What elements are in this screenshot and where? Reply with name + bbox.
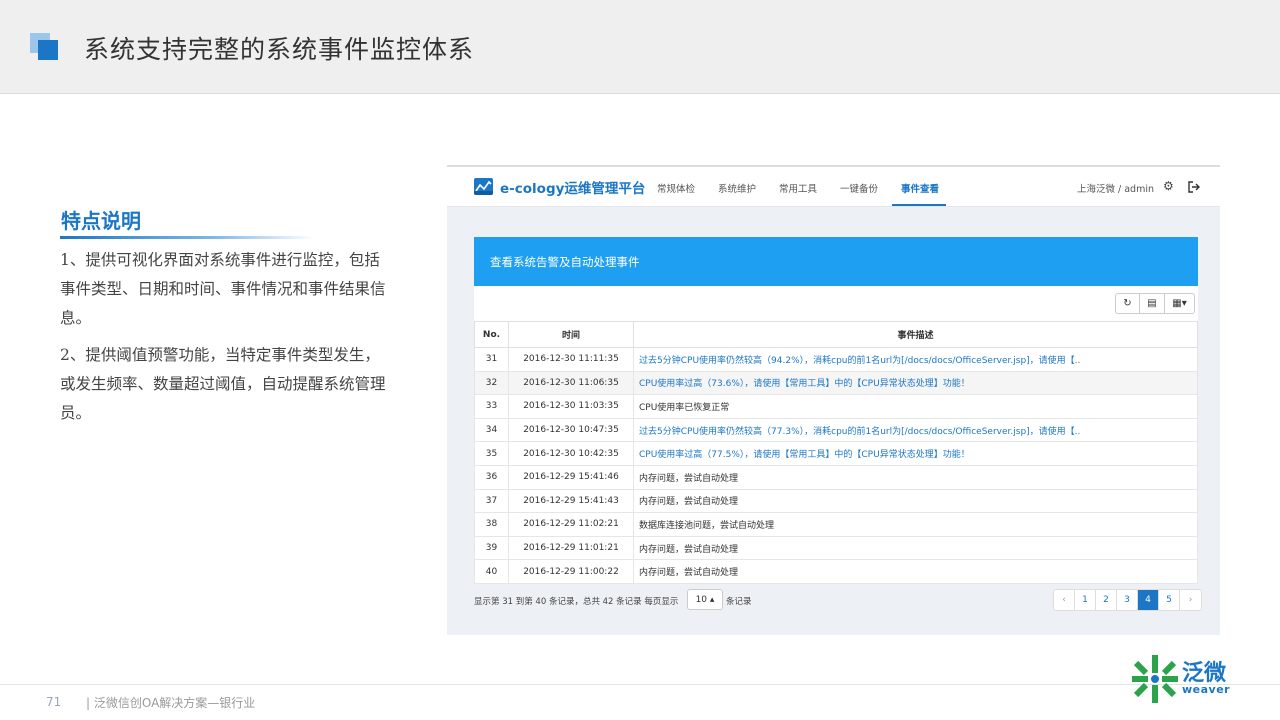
events-panel-header: 查看系统告警及自动处理事件 (474, 237, 1198, 286)
cell-time: 2016-12-30 11:06:35 (508, 370, 634, 396)
cell-desc-link[interactable]: CPU使用率过高（73.6%），请使用【常用工具】中的【CPU异常状态处理】功能… (633, 370, 1198, 396)
cell-time: 2016-12-29 11:02:21 (508, 512, 634, 537)
slide-page-number: 71 (46, 695, 62, 709)
feature-paragraph-1: 1、提供可视化界面对系统事件进行监控，包括事件类型、日期和时间、事件情况和事件结… (60, 251, 386, 327)
refresh-icon[interactable]: ↻ (1116, 294, 1140, 313)
feature-paragraph-2: 2、提供阈值预警功能，当特定事件类型发生，或发生频率、数量超过阈值，自动提醒系统… (60, 346, 386, 422)
cell-time: 2016-12-30 11:11:35 (508, 347, 634, 372)
title-square-front-icon (38, 40, 58, 60)
cell-time: 2016-12-30 10:42:35 (508, 441, 634, 466)
cell-no: 37 (474, 488, 509, 514)
table-row[interactable]: 39 2016-12-29 11:01:21 内存问题，尝试自动处理 (474, 535, 1198, 561)
page-button[interactable]: 1 (1075, 590, 1096, 610)
app-top-nav: e-cology运维管理平台 常规体检 系统维护 常用工具 一键备份 事件查看 … (447, 167, 1220, 207)
nav-active-indicator (892, 204, 946, 206)
cell-no: 34 (474, 417, 509, 443)
cell-time: 2016-12-29 11:01:21 (508, 535, 634, 561)
table-row[interactable]: 35 2016-12-30 10:42:35 CPU使用率过高（77.5%），请使用… (474, 441, 1198, 466)
gear-icon[interactable]: ⚙ (1163, 179, 1174, 193)
table-row[interactable]: 38 2016-12-29 11:02:21 数据库连接池问题，尝试自动处理 (474, 512, 1198, 537)
toggle-view-icon[interactable]: ▤ (1140, 294, 1165, 313)
cell-desc: 数据库连接池问题，尝试自动处理 (633, 512, 1198, 537)
cell-desc: 内存问题，尝试自动处理 (633, 488, 1198, 514)
pagination-info: 显示第 31 到第 40 条记录，总共 42 条记录 每页显示 (474, 597, 679, 607)
cell-time: 2016-12-29 15:41:46 (508, 464, 634, 490)
table-row[interactable]: 31 2016-12-30 11:11:35 过去5分钟CPU使用率仍然较高（94.… (474, 347, 1198, 372)
table-row[interactable]: 36 2016-12-29 15:41:46 内存问题，尝试自动处理 (474, 464, 1198, 490)
cell-no: 33 (474, 394, 509, 419)
cell-desc: 内存问题，尝试自动处理 (633, 535, 1198, 561)
cell-no: 31 (474, 347, 509, 372)
footer-divider (0, 684, 1280, 685)
page-title: 系统支持完整的系统事件监控体系 (84, 35, 475, 64)
column-header-desc[interactable]: 事件描述 (633, 321, 1198, 348)
brand-subtitle: weaver (1182, 683, 1231, 696)
header-band: 系统支持完整的系统事件监控体系 (0, 0, 1280, 94)
table-row[interactable]: 33 2016-12-30 11:03:35 CPU使用率已恢复正常 (474, 394, 1198, 419)
user-menu[interactable]: 上海泛微 / admin (1077, 181, 1154, 195)
cell-no: 32 (474, 370, 509, 396)
cell-no: 38 (474, 512, 509, 537)
page-size-select[interactable]: 10 ▴ (687, 589, 723, 610)
cell-desc-link[interactable]: CPU使用率过高（77.5%），请使用【常用工具】中的【CPU异常状态处理】功能… (633, 441, 1198, 466)
cell-time: 2016-12-30 10:47:35 (508, 417, 634, 443)
slide: 系统支持完整的系统事件监控体系 特点说明 1、提供可视化界面对系统事件进行监控，… (0, 0, 1280, 720)
weaver-logo: 泛微 weaver (1132, 653, 1238, 705)
logout-icon[interactable] (1187, 179, 1201, 193)
nav-item-one-click-backup[interactable]: 一键备份 (840, 181, 878, 195)
cell-desc: 内存问题，尝试自动处理 (633, 559, 1198, 584)
table-toolbar: ↻ ▤ ▦▾ (1115, 293, 1195, 314)
app-screenshot: e-cology运维管理平台 常规体检 系统维护 常用工具 一键备份 事件查看 … (447, 165, 1220, 635)
weaver-logo-mark-icon (1132, 655, 1178, 703)
events-panel: 查看系统告警及自动处理事件 ↻ ▤ ▦▾ No. 时间 事件描述 31 2016-… (474, 237, 1198, 584)
cell-time: 2016-12-30 11:03:35 (508, 394, 634, 419)
app-logo-text[interactable]: e-cology运维管理平台 (500, 177, 645, 197)
page-button-active[interactable]: 4 (1138, 590, 1159, 610)
column-header-time[interactable]: 时间 (508, 321, 634, 348)
page-next-button[interactable]: › (1180, 590, 1201, 610)
cell-no: 40 (474, 559, 509, 584)
page-button[interactable]: 5 (1159, 590, 1180, 610)
cell-time: 2016-12-29 15:41:43 (508, 488, 634, 514)
table-row[interactable]: 34 2016-12-30 10:47:35 过去5分钟CPU使用率仍然较高（77.… (474, 417, 1198, 443)
cell-desc: CPU使用率已恢复正常 (633, 394, 1198, 419)
cell-no: 36 (474, 464, 509, 490)
events-panel-title: 查看系统告警及自动处理事件 (490, 255, 640, 269)
cell-desc-link[interactable]: 过去5分钟CPU使用率仍然较高（77.3%），消耗cpu的前1名url为[/do… (633, 417, 1198, 443)
nav-item-routine-check[interactable]: 常规体检 (657, 181, 695, 195)
columns-menu-icon[interactable]: ▦▾ (1165, 294, 1194, 313)
footer-caption: | 泛微信创OA解决方案—银行业 (86, 696, 256, 710)
features-title-underline (60, 236, 315, 239)
nav-item-event-view[interactable]: 事件查看 (901, 181, 939, 195)
cell-desc-link[interactable]: 过去5分钟CPU使用率仍然较高（94.2%），消耗cpu的前1名url为[/do… (633, 347, 1198, 372)
page-button[interactable]: 2 (1096, 590, 1117, 610)
table-header-row: No. 时间 事件描述 (474, 321, 1198, 348)
cell-desc: 内存问题，尝试自动处理 (633, 464, 1198, 490)
table-row[interactable]: 32 2016-12-30 11:06:35 CPU使用率过高（73.6%），请使用… (474, 370, 1198, 396)
pagination: ‹ 1 2 3 4 5 › (1053, 589, 1202, 611)
cell-time: 2016-12-29 11:00:22 (508, 559, 634, 584)
events-table: No. 时间 事件描述 31 2016-12-30 11:11:35 过去5分钟CP… (474, 321, 1198, 584)
table-row[interactable]: 37 2016-12-29 15:41:43 内存问题，尝试自动处理 (474, 488, 1198, 514)
cell-no: 35 (474, 441, 509, 466)
page-button[interactable]: 3 (1117, 590, 1138, 610)
page-size-suffix: 条记录 (726, 597, 752, 607)
cell-no: 39 (474, 535, 509, 561)
page-prev-button[interactable]: ‹ (1054, 590, 1075, 610)
column-header-no[interactable]: No. (474, 321, 509, 348)
features-title: 特点说明 (61, 209, 141, 233)
table-row[interactable]: 40 2016-12-29 11:00:22 内存问题，尝试自动处理 (474, 559, 1198, 584)
nav-item-system-maintenance[interactable]: 系统维护 (718, 181, 756, 195)
app-logo-icon (474, 178, 493, 195)
nav-item-common-tools[interactable]: 常用工具 (779, 181, 817, 195)
